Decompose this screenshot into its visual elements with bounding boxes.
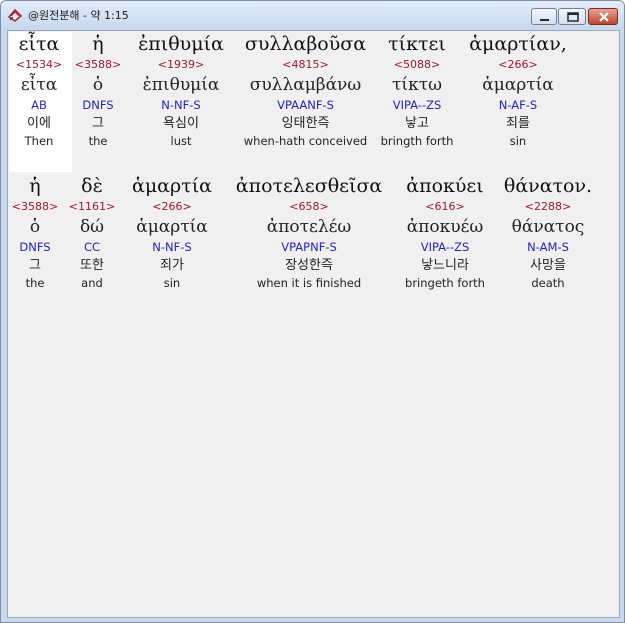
lemma: ἀποκυέω [406,217,484,237]
greek-word: ἡ [29,175,41,197]
morphology-code: CC [83,240,101,254]
app-window: @원전분해 - 약 1:15 εἶτα <1534> εἶτα AB 이에 Th… [0,0,625,623]
minimize-icon [540,19,549,21]
korean-gloss: 그 [29,258,41,273]
analysis-view[interactable]: εἶτα <1534> εἶτα AB 이에 Then ἡ <3588> ὁ D… [7,30,620,618]
lemma: εἶτα [20,75,58,95]
close-button[interactable] [588,8,618,25]
greek-word: ἐπιθυμία [138,33,224,55]
strong-number: <1534> [15,58,63,71]
strong-number: <266> [498,58,538,71]
word-block[interactable]: τίκτει <5088> τίκτω VIPA--ZS 낳고 bringth … [376,32,458,150]
english-gloss: Then [24,134,54,148]
word-block[interactable]: συλλαβοῦσα <4815> συλλαμβάνω VPAANF-S 잉태… [238,32,373,150]
morphology-code: VPAANF-S [277,98,334,112]
korean-gloss: 그 [92,116,104,131]
greek-word: συλλαβοῦσα [244,33,367,55]
english-gloss: bringth forth [380,134,454,148]
greek-word: ἀποκύει [406,175,484,197]
strong-number: <4815> [282,58,329,71]
greek-word: εἶτα [18,33,60,55]
greek-word: ἁμαρτίαν, [469,33,567,55]
english-gloss: when-hath conceived [243,134,368,148]
word-block[interactable]: ἁμαρτία <266> ἁμαρτία N-NF-S 죄가 sin [122,174,222,292]
strong-number: <658> [289,200,329,213]
morphology-code: AB [31,98,47,112]
lemma: ἐπιθυμία [142,75,220,95]
greek-word: θάνατον. [503,175,593,197]
korean-gloss: 낳고 [405,116,429,131]
greek-word: ἁμαρτία [132,175,212,197]
strong-number: <3588> [11,200,59,213]
greek-word: ἀποτελεσθεῖσα [235,175,383,197]
strong-number: <1939> [157,58,205,71]
english-gloss: bringeth forth [405,276,485,290]
english-gloss: and [81,276,103,290]
korean-gloss: 잉태한즉 [281,116,330,131]
korean-gloss: 장성한즉 [285,258,333,273]
morphology-code: VPAPNF-S [281,240,337,254]
english-gloss: lust [170,134,192,148]
greek-word: τίκτει [388,33,446,55]
morphology-code: N-AF-S [498,98,538,112]
close-icon [599,12,609,22]
maximize-button[interactable] [558,8,586,25]
morphology-code: N-AM-S [527,240,569,254]
english-gloss: death [531,276,565,290]
korean-gloss: 죄를 [506,116,530,131]
lemma: ὁ [92,75,104,95]
morphology-code: N-NF-S [161,98,201,112]
lemma: ὁ [29,217,41,237]
morphology-code: DNFS [82,98,114,112]
lemma: τίκτω [392,75,442,95]
word-block[interactable]: ἡ <3588> ὁ DNFS 그 the [10,174,60,292]
english-gloss: sin [509,134,527,148]
english-gloss: the [25,276,45,290]
english-gloss: when it is finished [256,276,362,290]
lemma: θάνατος [511,217,585,237]
morphology-code: VIPA--ZS [392,98,442,112]
title-bar[interactable]: @원전분해 - 약 1:15 [1,1,624,29]
english-gloss: the [88,134,108,148]
morphology-code: DNFS [19,240,51,254]
korean-gloss: 낳느니라 [421,258,469,273]
korean-gloss: 또한 [80,258,104,273]
minimize-button[interactable] [531,8,557,25]
strong-number: <3588> [74,58,122,71]
maximize-icon [567,12,579,22]
word-block[interactable]: ἀποτελεσθεῖσα <658> ἀποτελέω VPAPNF-S 장성… [224,174,394,292]
lemma: συλλαμβάνω [249,75,362,95]
word-block[interactable]: ἐπιθυμία <1939> ἐπιθυμία N-NF-S 욕심이 lust [126,32,236,150]
strong-number: <266> [152,200,192,213]
strong-number: <2288> [524,200,572,213]
bible-book-icon [7,8,23,22]
word-block[interactable]: δὲ <1161> δώ CC 또한 and [64,174,120,292]
strong-number: <1161> [68,200,116,213]
word-block[interactable]: εἶτα <1534> εἶτα AB 이에 Then [10,32,68,150]
morphology-code: VIPA--ZS [420,240,470,254]
lemma: ἁμαρτία [482,75,554,95]
greek-word: δὲ [81,175,103,197]
word-block[interactable]: ἁμαρτίαν, <266> ἁμαρτία N-AF-S 죄를 sin [460,32,576,150]
word-block[interactable]: ἀποκύει <616> ἀποκυέω VIPA--ZS 낳느니라 brin… [392,174,498,292]
morphology-code: N-NF-S [152,240,192,254]
greek-word: ἡ [92,33,104,55]
lemma: ἁμαρτία [136,217,208,237]
korean-gloss: 이에 [27,116,51,131]
word-block[interactable]: θάνατον. <2288> θάνατος N-AM-S 사망을 death [498,174,598,292]
strong-number: <616> [425,200,465,213]
lemma: δώ [79,217,105,237]
english-gloss: sin [163,276,181,290]
strong-number: <5088> [393,58,441,71]
korean-gloss: 사망을 [530,258,566,273]
window-title: @원전분해 - 약 1:15 [28,9,129,22]
lemma: ἀποτελέω [266,217,352,237]
word-block[interactable]: ἡ <3588> ὁ DNFS 그 the [73,32,123,150]
korean-gloss: 욕심이 [163,116,199,131]
korean-gloss: 죄가 [160,258,184,273]
